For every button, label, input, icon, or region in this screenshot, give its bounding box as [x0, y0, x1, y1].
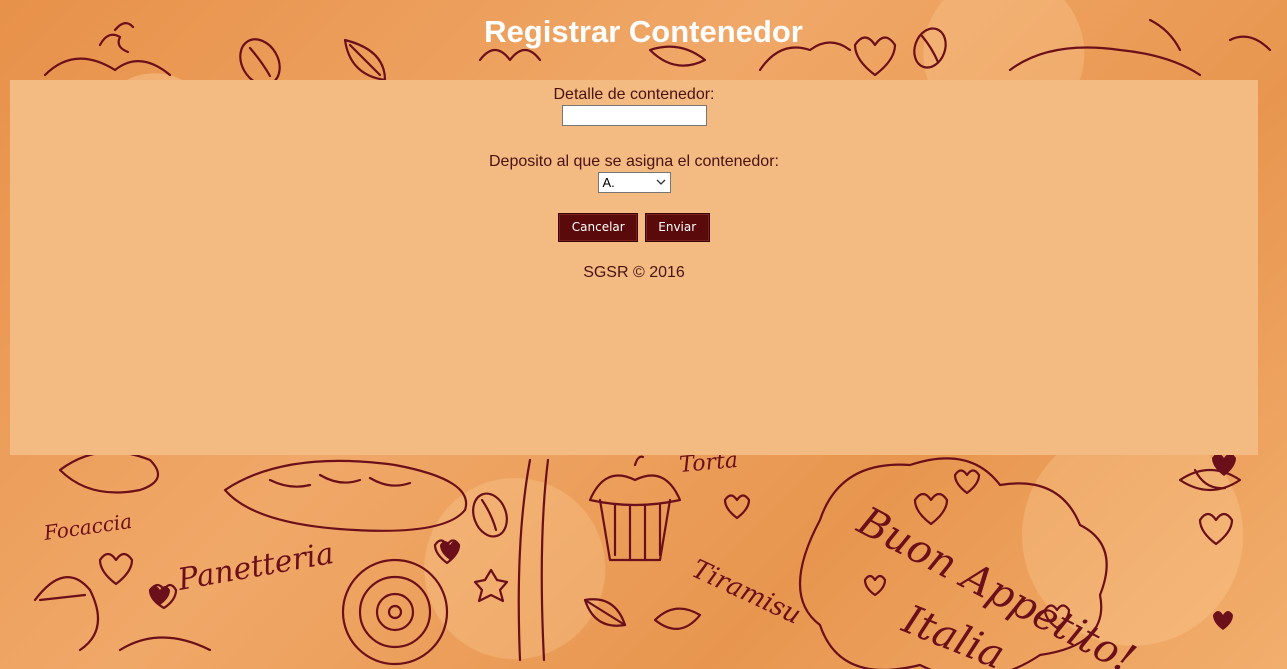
doodle-word-focaccia: Focaccia: [41, 509, 133, 545]
doodle-word-panetteria: Panetteria: [174, 536, 336, 598]
send-button[interactable]: Enviar: [644, 213, 710, 242]
form-panel: Detalle de contenedor: Deposito al que s…: [10, 80, 1258, 455]
chevron-down-icon: [656, 179, 665, 185]
detail-label: Detalle de contenedor:: [553, 86, 715, 103]
button-row: Cancelar Enviar: [10, 213, 1258, 242]
deposit-select[interactable]: A.: [597, 172, 671, 193]
deposit-label: Deposito al que se asigna el contenedor:: [489, 153, 779, 170]
footer-copyright: SGSR © 2016: [583, 264, 685, 281]
cancel-button[interactable]: Cancelar: [558, 213, 639, 242]
deposit-selected-value: A.: [602, 175, 615, 190]
detail-input[interactable]: [561, 105, 707, 126]
doodle-word-tiramisu: Tiramisu: [687, 554, 805, 630]
page-title: Registrar Contenedor: [484, 14, 803, 49]
